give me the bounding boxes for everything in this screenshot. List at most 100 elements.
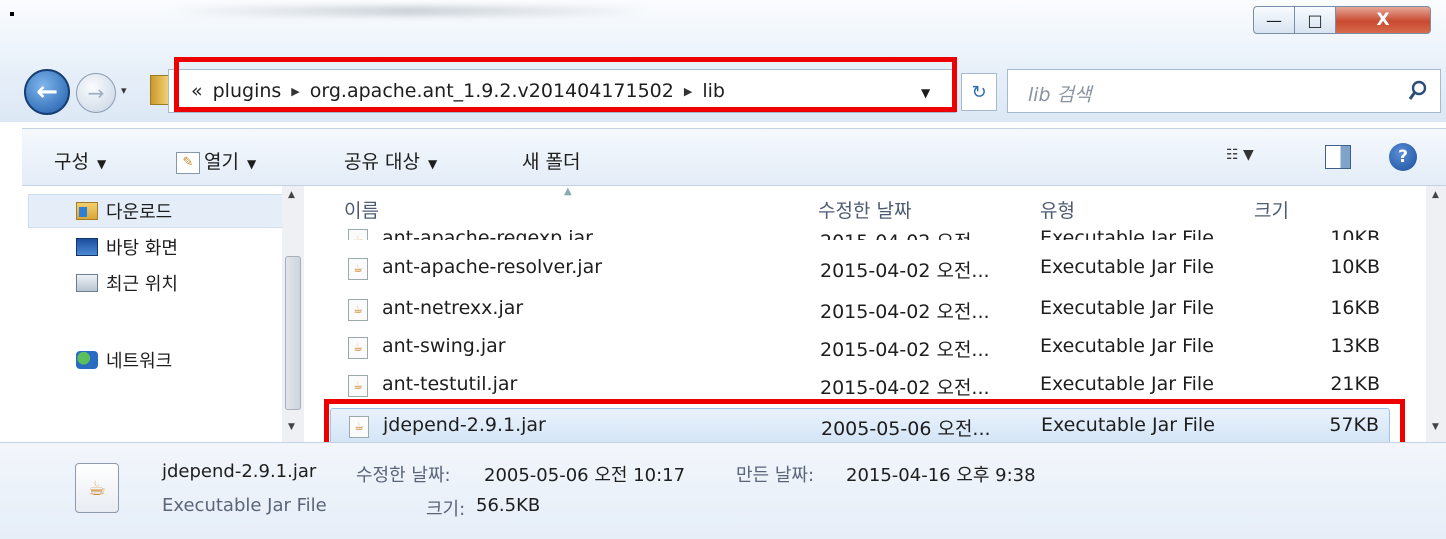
file-name: ant-apache-resolver.jar: [382, 256, 603, 278]
refresh-button[interactable]: ↻: [961, 73, 997, 111]
file-date: 2015-04-02 오전...: [820, 301, 990, 323]
dropdown-arrow-icon: ▼: [1243, 147, 1254, 163]
file-size: 10KB: [1330, 227, 1380, 240]
nav-item-label: 다운로드: [106, 202, 173, 223]
nav-scroll-thumb[interactable]: [285, 256, 301, 410]
network-icon: [76, 351, 98, 369]
file-type: Executable Jar File: [1040, 297, 1214, 319]
search-placeholder[interactable]: lib 검색: [1028, 80, 1092, 107]
share-label: 공유 대상: [344, 151, 420, 173]
file-row[interactable]: ☕ ant-swing.jar 2015-04-02 오전... Executa…: [330, 330, 1390, 368]
jar-file-icon: ☕: [348, 375, 368, 397]
back-button[interactable]: ←: [24, 69, 70, 115]
jar-file-large-icon: ☕: [75, 463, 119, 513]
file-name: ant-apache-regexp.jar: [382, 227, 593, 240]
file-row[interactable]: ☕ ant-apache-regexp.jar 2015-04-02 오전...…: [330, 222, 1390, 240]
view-icon: ☷: [1226, 147, 1239, 163]
preview-pane-icon[interactable]: [1325, 145, 1351, 169]
dropdown-arrow-icon: ▼: [427, 157, 438, 171]
file-name: ant-netrexx.jar: [382, 297, 524, 319]
file-date: 2015-04-02 오전...: [820, 227, 990, 240]
help-icon[interactable]: ?: [1389, 143, 1417, 171]
address-highlight-box: [174, 57, 957, 112]
nav-item-downloads[interactable]: 다운로드: [76, 198, 172, 224]
nav-item-network[interactable]: 네트워크: [76, 347, 172, 373]
file-type: Executable Jar File: [1040, 256, 1214, 278]
forward-button[interactable]: →: [76, 73, 116, 113]
nav-item-label: 네트워크: [106, 351, 173, 372]
column-type[interactable]: 유형: [1040, 196, 1075, 223]
nav-item-desktop[interactable]: 바탕 화면: [76, 234, 178, 260]
file-date: 2015-04-02 오전...: [820, 377, 990, 399]
list-scrollbar[interactable]: ▲ ▼: [1426, 186, 1446, 442]
file-row[interactable]: ☕ ant-netrexx.jar 2015-04-02 오전... Execu…: [330, 292, 1390, 330]
details-pane: ☕ jdepend-2.9.1.jar 수정한 날짜: 2005-05-06 오…: [0, 442, 1446, 539]
recent-places-icon: [76, 274, 98, 292]
file-row[interactable]: ☕ ant-apache-resolver.jar 2015-04-02 오전.…: [330, 251, 1390, 289]
column-size[interactable]: 크기: [1254, 196, 1289, 223]
search-box[interactable]: lib 검색: [1007, 69, 1441, 113]
file-type: Executable Jar File: [1040, 227, 1214, 240]
file-type: Executable Jar File: [1040, 373, 1214, 395]
file-name: ant-swing.jar: [382, 335, 506, 357]
column-header: ▲ 이름 수정한 날짜 유형 크기: [314, 186, 1424, 226]
dropdown-arrow-icon: ▼: [96, 157, 107, 171]
column-name[interactable]: 이름: [344, 196, 379, 223]
nav-scrollbar[interactable]: ▲ ▼: [282, 186, 304, 442]
explorer-window: — □ X ← → ▾ « plugins ▶ org.apache.ant_1…: [0, 0, 1446, 539]
new-folder-button[interactable]: 새 폴더: [522, 147, 580, 174]
details-type: Executable Jar File: [162, 495, 327, 516]
clipped-row-container: ☕ ant-apache-regexp.jar 2015-04-02 오전...…: [330, 222, 1390, 240]
organize-label: 구성: [54, 151, 89, 173]
jar-file-icon: ☕: [348, 337, 368, 359]
scroll-up-icon[interactable]: ▲: [288, 190, 295, 200]
scroll-down-icon[interactable]: ▼: [1432, 422, 1439, 432]
file-type: Executable Jar File: [1040, 335, 1214, 357]
corner-mark: [10, 12, 14, 16]
close-button[interactable]: X: [1335, 6, 1431, 34]
blurred-title: [170, 6, 650, 16]
close-icon: X: [1376, 10, 1390, 30]
jar-file-icon: ☕: [348, 258, 368, 280]
forward-arrow-icon: →: [87, 81, 105, 105]
sort-caret-icon: ▲: [564, 186, 572, 197]
minimize-icon: —: [1266, 10, 1282, 30]
details-size-label: 크기:: [426, 499, 466, 520]
details-created-value: 2015-04-16 오후 9:38: [846, 465, 1036, 486]
organize-button[interactable]: 구성 ▼: [54, 147, 106, 174]
details-file-name: jdepend-2.9.1.jar: [162, 461, 317, 482]
file-name: ant-testutil.jar: [382, 373, 518, 395]
file-date: 2015-04-02 오전...: [820, 339, 990, 361]
share-button[interactable]: 공유 대상 ▼: [344, 147, 437, 174]
view-options-button[interactable]: ☷ ▼: [1226, 147, 1254, 163]
maximize-icon: □: [1307, 10, 1323, 30]
nav-item-recent[interactable]: 최근 위치: [76, 270, 178, 296]
open-label: 열기: [204, 151, 239, 173]
maximize-button[interactable]: □: [1294, 6, 1336, 34]
details-created-label: 만든 날짜:: [736, 465, 815, 486]
column-date[interactable]: 수정한 날짜: [818, 196, 911, 223]
help-label: ?: [1398, 147, 1408, 167]
desktop-icon: [76, 238, 98, 256]
scroll-up-icon[interactable]: ▲: [1432, 190, 1439, 200]
open-button[interactable]: ✎ 열기 ▼: [176, 147, 256, 174]
history-dropdown[interactable]: ▾: [121, 84, 127, 97]
open-icon: ✎: [176, 151, 200, 174]
jar-file-icon: ☕: [348, 299, 368, 321]
new-folder-label: 새 폴더: [522, 151, 581, 173]
back-arrow-icon: ←: [36, 77, 58, 107]
command-bar: 구성 ▼ ✎ 열기 ▼ 공유 대상 ▼ 새 폴더 ☷ ▼ ?: [22, 128, 1446, 186]
magnifier-icon[interactable]: [1408, 80, 1428, 102]
details-modified-value: 2005-05-06 오전 10:17: [484, 465, 686, 486]
nav-item-label: 최근 위치: [106, 274, 178, 295]
refresh-icon: ↻: [971, 81, 987, 103]
dropdown-arrow-icon: ▼: [246, 157, 257, 171]
file-size: 10KB: [1330, 256, 1380, 278]
title-bar: — □ X: [0, 0, 1446, 62]
minimize-button[interactable]: —: [1253, 6, 1295, 34]
jar-file-icon: ☕: [348, 229, 368, 240]
folder-icon: [150, 75, 170, 105]
scroll-down-icon[interactable]: ▼: [288, 422, 295, 432]
file-size: 13KB: [1330, 335, 1380, 357]
file-size: 16KB: [1330, 297, 1380, 319]
